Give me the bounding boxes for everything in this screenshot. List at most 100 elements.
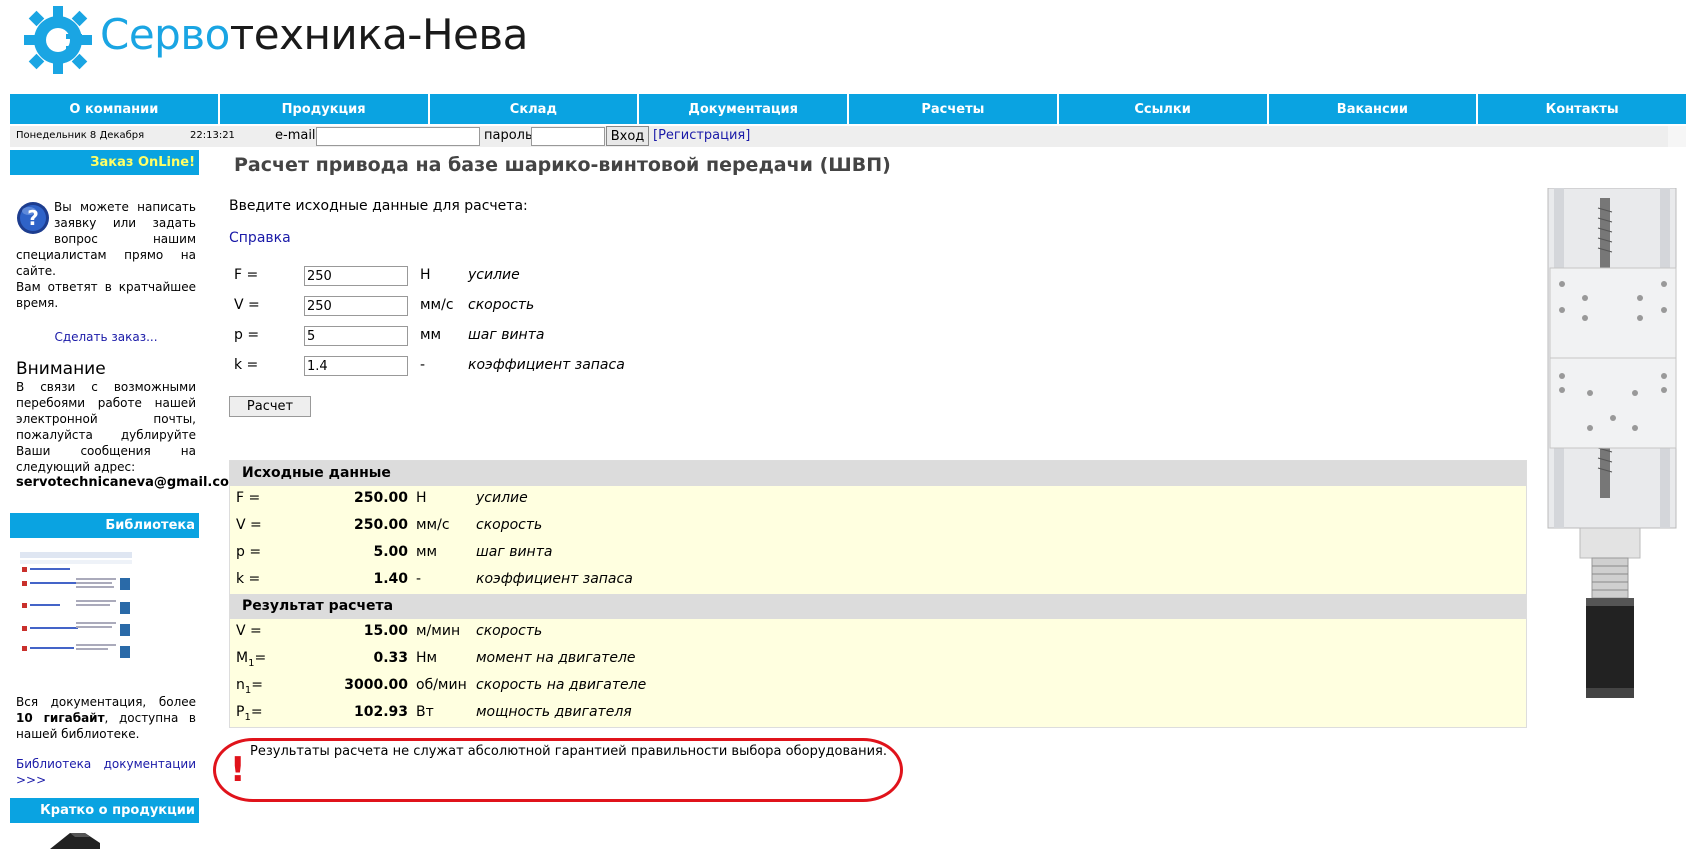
row-label: P1= <box>236 704 263 723</box>
safety-factor-input[interactable] <box>304 356 408 376</box>
attention-title: Внимание <box>16 359 106 379</box>
ball-screw-actuator-image <box>1547 188 1677 698</box>
site-name: Сервотехника-Нева <box>100 10 528 59</box>
library-thumbnail-image[interactable] <box>16 548 136 670</box>
login-button[interactable]: Вход <box>606 126 649 146</box>
question-icon: ? <box>17 202 49 234</box>
row-unit: об/мин <box>416 677 467 693</box>
speed-input[interactable] <box>304 296 408 316</box>
row-label: p = <box>236 544 262 560</box>
nav-item-contacts[interactable]: Контакты <box>1478 94 1686 124</box>
row-value: 5.00 <box>373 544 408 560</box>
param-row-speed: V = мм/с скорость <box>234 296 834 316</box>
warning-icon: ! <box>230 750 246 790</box>
table-row: P1= 102.93 Вт мощность двигателя <box>230 700 1526 727</box>
param-description: скорость <box>468 297 535 313</box>
login-bar-edge <box>1668 126 1686 147</box>
gear-logo-icon <box>24 6 92 74</box>
row-label: V = <box>236 623 262 639</box>
param-label: k = <box>234 357 259 373</box>
param-unit: - <box>420 357 426 373</box>
param-label: p = <box>234 327 260 343</box>
attention-email: servotechnicaneva@gmail.com <box>16 475 243 490</box>
row-unit: м/мин <box>416 623 461 639</box>
product-thumbnail-image[interactable] <box>40 829 110 849</box>
row-label: k = <box>236 571 261 587</box>
table-row: k = 1.40 - коэффициент запаса <box>230 567 1526 594</box>
row-value: 102.93 <box>353 704 408 720</box>
row-unit: мм/с <box>416 517 450 533</box>
table-row: M1= 0.33 Нм момент на двигателе <box>230 646 1526 673</box>
row-value: 0.33 <box>373 650 408 666</box>
login-bar: Понедельник 8 Декабря 22:13:21 e-mail: п… <box>10 126 1686 147</box>
row-description: коэффициент запаса <box>476 571 633 587</box>
param-unit: мм <box>420 327 442 343</box>
order-text-2: Вам ответят в кратчайшее время. <box>16 280 196 310</box>
param-row-pitch: p = мм шаг винта <box>234 326 834 346</box>
password-label: пароль: <box>484 128 538 143</box>
current-date: Понедельник 8 Декабря <box>16 130 145 141</box>
row-unit: Нм <box>416 650 438 666</box>
left-sidebar: Заказ OnLine! ? Вы можете написать заявк… <box>10 150 243 849</box>
param-row-force: F = Н усилие <box>234 266 834 286</box>
force-input[interactable] <box>304 266 408 286</box>
email-input[interactable] <box>316 127 480 146</box>
table-row: n1= 3000.00 об/мин скорость на двигателе <box>230 673 1526 700</box>
page-title: Расчет привода на базе шарико-винтовой п… <box>234 154 891 176</box>
order-online-header[interactable]: Заказ OnLine! <box>10 150 199 175</box>
nav-item-vacancies[interactable]: Вакансии <box>1268 94 1477 124</box>
result-header: Результат расчета <box>230 594 1526 619</box>
products-header[interactable]: Кратко о продукции <box>10 798 199 823</box>
svg-text:?: ? <box>27 206 39 230</box>
library-link[interactable]: Библиотека документации >>> <box>16 756 196 788</box>
library-box: Вся документация, более 10 гигабайт, дос… <box>10 538 199 788</box>
row-unit: Н <box>416 490 427 506</box>
param-label: F = <box>234 267 259 283</box>
param-unit: мм/с <box>420 297 454 313</box>
register-link[interactable]: [Регистрация] <box>653 128 750 143</box>
table-row: V = 15.00 м/мин скорость <box>230 619 1526 646</box>
row-label: n1= <box>236 677 263 696</box>
row-value: 250.00 <box>353 490 408 506</box>
table-row: p = 5.00 мм шаг винта <box>230 540 1526 567</box>
row-label: F = <box>236 490 261 506</box>
row-value: 1.40 <box>373 571 408 587</box>
row-description: момент на двигателе <box>476 650 636 666</box>
param-description: коэффициент запаса <box>468 357 625 373</box>
row-value: 3000.00 <box>344 677 408 693</box>
row-value: 250.00 <box>353 517 408 533</box>
nav-item-about[interactable]: О компании <box>10 94 218 124</box>
library-header[interactable]: Библиотека <box>10 513 199 538</box>
nav-item-links[interactable]: Ссылки <box>1058 94 1267 124</box>
nav-item-products[interactable]: Продукция <box>219 94 428 124</box>
nav-item-stock[interactable]: Склад <box>429 94 638 124</box>
param-description: усилие <box>468 267 520 283</box>
row-description: скорость <box>476 517 543 533</box>
param-description: шаг винта <box>468 327 545 343</box>
calculate-button[interactable]: Расчет <box>229 396 311 417</box>
param-label: V = <box>234 297 260 313</box>
param-row-safety: k = - коэффициент запаса <box>234 356 834 376</box>
row-value: 15.00 <box>363 623 408 639</box>
row-unit: - <box>416 571 422 587</box>
site-logo[interactable]: Сервотехника-Нева <box>22 4 528 74</box>
pitch-input[interactable] <box>304 326 408 346</box>
password-input[interactable] <box>531 127 605 146</box>
row-description: скорость на двигателе <box>476 677 647 693</box>
make-order-link[interactable]: Сделать заказ... <box>16 329 196 345</box>
row-unit: Вт <box>416 704 434 720</box>
main-nav: О компании Продукция Склад Документация … <box>10 94 1686 124</box>
intro-text: Введите исходные данные для расчета: <box>229 198 528 214</box>
email-label: e-mail: <box>275 128 320 143</box>
table-row: F = 250.00 Н усилие <box>230 486 1526 513</box>
attention-text: В связи с возможными перебоями работе на… <box>16 380 196 474</box>
nav-item-calculations[interactable]: Расчеты <box>849 94 1057 124</box>
row-description: скорость <box>476 623 543 639</box>
row-label: V = <box>236 517 262 533</box>
order-online-box: ? Вы можете написать заявку или задать в… <box>10 175 243 491</box>
row-description: усилие <box>476 490 528 506</box>
nav-item-docs[interactable]: Документация <box>639 94 847 124</box>
row-label: M1= <box>236 650 267 669</box>
results-table: Исходные данные F = 250.00 Н усилие V = … <box>229 460 1527 728</box>
help-link[interactable]: Справка <box>229 230 291 246</box>
